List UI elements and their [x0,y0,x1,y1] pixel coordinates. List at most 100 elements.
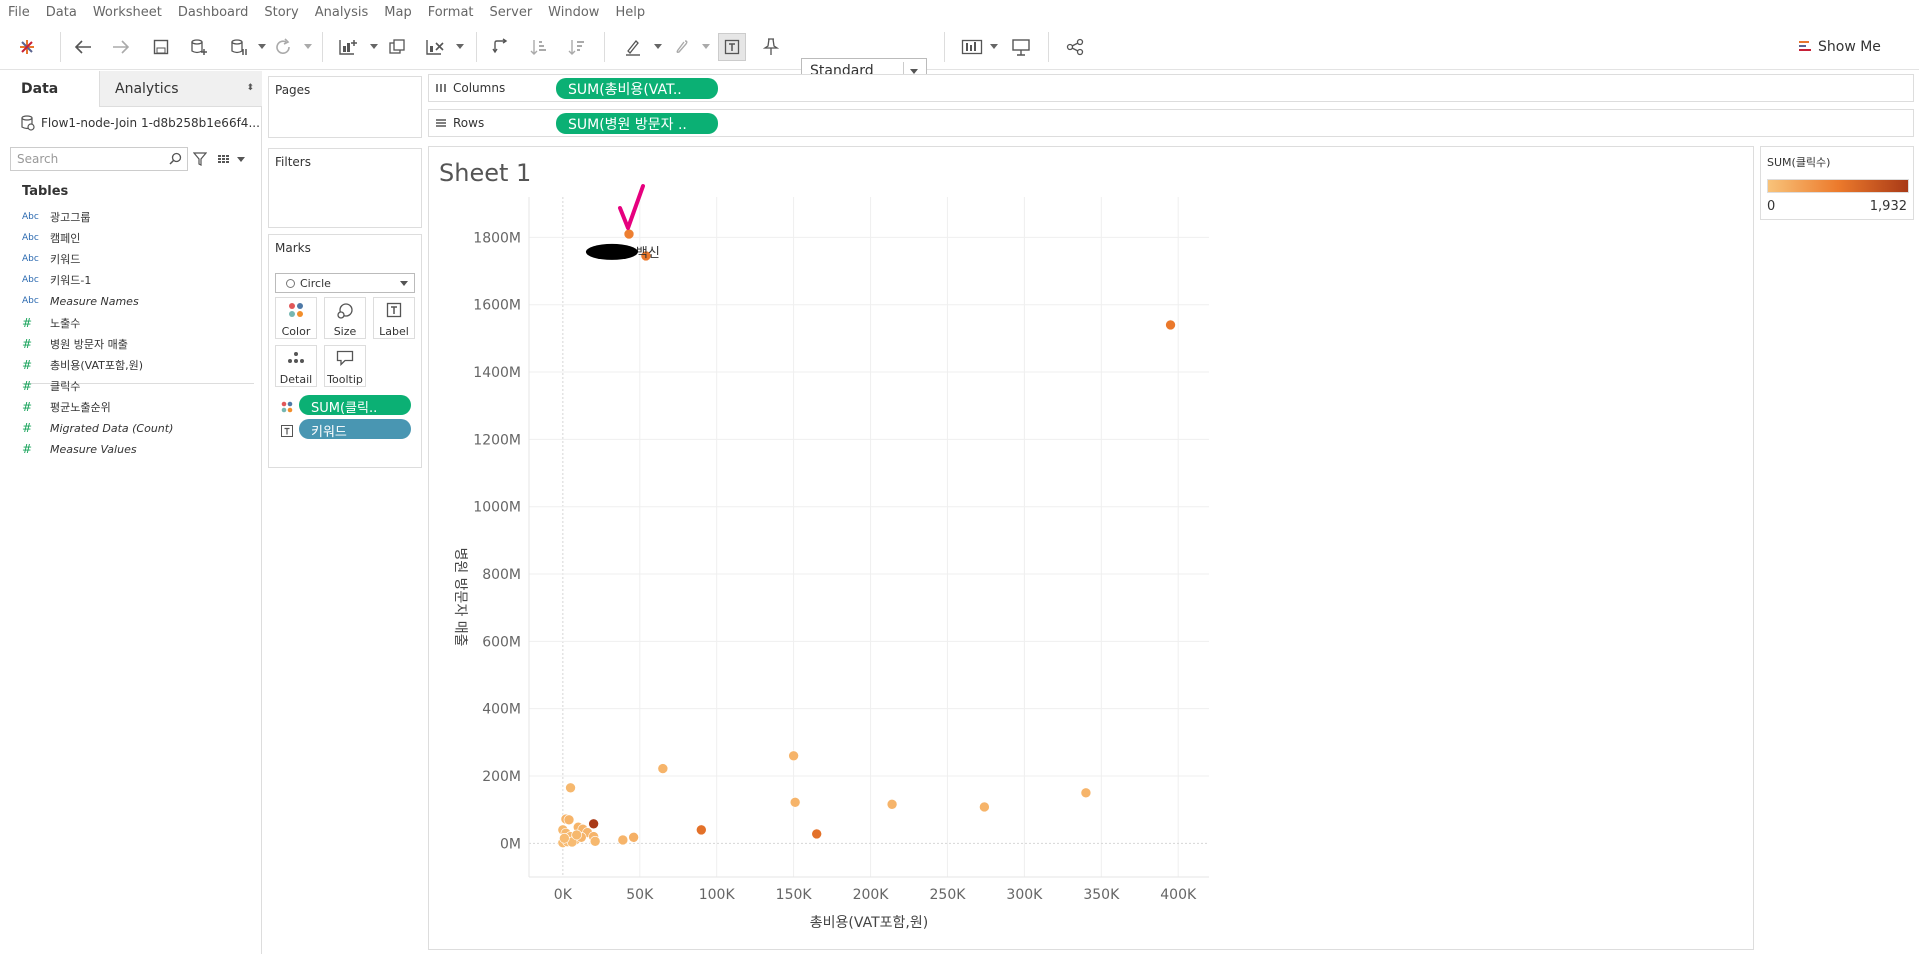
field-item[interactable]: Abc 광고그룹 [22,207,90,227]
field-item[interactable]: Abc Measure Names [22,291,139,311]
clear-dropdown-icon[interactable] [456,44,464,49]
group-members-icon[interactable] [670,34,692,60]
sort-ascending-icon[interactable] [528,34,550,60]
new-worksheet-icon[interactable] [336,34,360,60]
filter-icon[interactable] [190,149,210,169]
share-icon[interactable] [1064,34,1086,60]
x-tick-label: 250K [930,887,967,903]
show-cards-icon[interactable] [960,34,984,60]
x-tick-label: 350K [1083,887,1120,903]
field-item[interactable]: # Measure Values [22,439,137,459]
new-datasource-icon[interactable] [188,34,210,60]
refresh-dropdown-icon[interactable] [304,44,312,49]
refresh-icon[interactable] [272,34,294,60]
menu-map[interactable]: Map [384,5,411,20]
point-label: 백신 [636,246,660,261]
duplicate-sheet-icon[interactable] [386,34,408,60]
menu-analysis[interactable]: Analysis [315,5,369,20]
menu-format[interactable]: Format [428,5,474,20]
swap-rows-columns-icon[interactable] [490,34,512,60]
tab-data[interactable]: Data [0,71,100,107]
new-worksheet-dropdown-icon[interactable] [370,44,378,49]
tooltip-button[interactable]: Tooltip [324,345,366,387]
filters-card[interactable]: Filters [268,148,422,228]
rows-shelf[interactable]: Rows SUM(병원 방문자 .. [428,109,1914,137]
detail-button[interactable]: Detail [275,345,317,387]
highlight-dropdown-icon[interactable] [654,44,662,49]
field-item[interactable]: # 총비용(VAT포함,원) [22,355,143,375]
marks-card: Marks Circle Color Size Label Detail Too… [268,234,422,468]
presentation-mode-icon[interactable] [1010,34,1032,60]
x-tick-label: 150K [776,887,813,903]
tableau-logo-icon[interactable] [16,34,38,60]
label-button[interactable]: Label [373,297,415,339]
label-field-pill[interactable]: 키워드 [299,419,411,439]
field-item[interactable]: # Migrated Data (Count) [22,418,173,438]
mark-type-select[interactable]: Circle [275,273,415,293]
tab-analytics[interactable]: Analytics ⬍ [100,71,262,107]
show-me-button[interactable]: Show Me [1798,34,1881,60]
datasource-item[interactable]: Flow1-node-Join 1-d8b258b1e66f4... [21,111,261,135]
show-cards-dropdown-icon[interactable] [990,44,998,49]
tooltip-label: Tooltip [327,373,363,386]
sort-descending-icon[interactable] [566,34,588,60]
number-type-icon: # [22,337,33,351]
clear-sheet-icon[interactable] [424,34,446,60]
field-item[interactable]: Abc 캠페인 [22,228,80,248]
data-point [886,798,898,810]
tab-analytics-label: Analytics [115,81,179,97]
view-options-icon[interactable] [214,149,250,169]
size-icon [325,302,365,320]
color-button[interactable]: Color [275,297,317,339]
search-input[interactable]: Search [10,147,188,171]
rows-pill[interactable]: SUM(병원 방문자 .. [556,113,718,134]
data-point [1165,319,1176,331]
field-label: 노출수 [50,317,81,330]
menu-data[interactable]: Data [46,5,77,20]
menu-bar: File Data Worksheet Dashboard Story Anal… [0,0,1919,24]
field-label: Migrated Data (Count) [50,421,174,435]
field-item[interactable]: # 병원 방문자 매출 [22,334,128,354]
scatter-chart[interactable]: 0K 50K 100K 150K 200K 250K 300K 350K 400K 0M 200M 4… [429,147,1755,951]
columns-pill[interactable]: SUM(총비용(VAT.. [556,78,718,99]
group-dropdown-icon[interactable] [702,44,710,49]
data-point [788,750,799,762]
pause-updates-icon[interactable] [228,34,250,60]
field-item[interactable]: Abc 키워드 [22,249,80,269]
toolbar-separator [604,32,605,62]
x-tick-label: 200K [853,887,890,903]
color-legend[interactable]: SUM(클릭수) 0 1,932 [1760,146,1914,220]
size-label: Size [333,325,357,338]
pause-dropdown-icon[interactable] [258,44,266,49]
mark-type-value: Circle [300,277,331,290]
menu-worksheet[interactable]: Worksheet [93,5,162,20]
show-mark-labels-icon[interactable] [718,33,746,61]
menu-story[interactable]: Story [264,5,298,20]
size-button[interactable]: Size [324,297,366,339]
data-point [589,836,601,847]
field-item[interactable]: # 노출수 [22,313,80,333]
y-tick-label: 0M [500,836,521,852]
field-item[interactable]: # 평균노출순위 [22,397,111,417]
x-tick-label: 100K [699,887,736,903]
field-label: Measure Values [50,442,137,456]
field-label: 캠페인 [50,232,81,245]
fix-axes-icon[interactable] [760,34,782,60]
menu-server[interactable]: Server [490,5,533,20]
y-tick-label: 1000M [473,500,521,516]
redo-icon[interactable] [110,34,132,60]
menu-file[interactable]: File [8,5,30,20]
field-item[interactable]: Abc 키워드-1 [22,270,91,290]
pages-card[interactable]: Pages [268,76,422,138]
menu-window[interactable]: Window [548,5,599,20]
field-label: 광고그룹 [50,211,91,224]
menu-help[interactable]: Help [615,5,645,20]
highlight-icon[interactable] [622,34,644,60]
field-item[interactable]: # 클릭수 [22,376,80,396]
worksheet-view[interactable]: Sheet 1 0K 50K 100K 150K 200K 250K 300K 350K 400… [428,146,1754,950]
undo-icon[interactable] [72,34,94,60]
color-field-pill[interactable]: SUM(클릭.. [299,395,411,415]
columns-shelf[interactable]: Columns SUM(총비용(VAT.. [428,74,1914,102]
menu-dashboard[interactable]: Dashboard [178,5,249,20]
save-icon[interactable] [150,34,172,60]
